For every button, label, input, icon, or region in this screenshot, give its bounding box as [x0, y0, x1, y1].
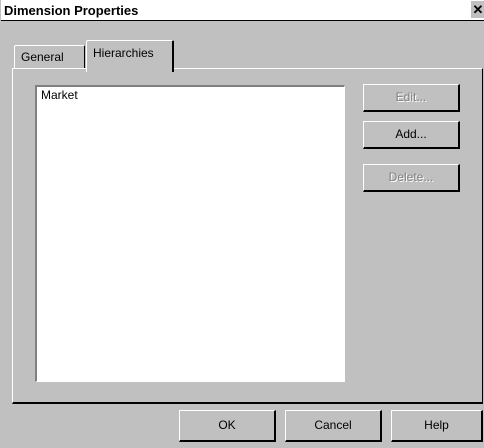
- help-button[interactable]: Help: [391, 410, 483, 442]
- dialog-title: Dimension Properties: [4, 3, 139, 18]
- tab-hierarchies[interactable]: Hierarchies: [86, 40, 174, 72]
- close-icon[interactable]: ✕: [471, 1, 484, 18]
- dimension-properties-dialog: Dimension Properties ✕ General Hierarchi…: [0, 0, 484, 448]
- edit-button[interactable]: Edit...: [363, 84, 460, 112]
- hierarchy-list[interactable]: Market: [35, 85, 345, 382]
- tab-general[interactable]: General: [14, 45, 85, 69]
- cancel-button[interactable]: Cancel: [285, 410, 382, 442]
- add-button[interactable]: Add...: [363, 121, 460, 149]
- list-item[interactable]: Market: [41, 88, 78, 102]
- ok-button[interactable]: OK: [179, 410, 276, 442]
- delete-button[interactable]: Delete...: [363, 164, 460, 192]
- title-bar: Dimension Properties ✕: [1, 0, 484, 21]
